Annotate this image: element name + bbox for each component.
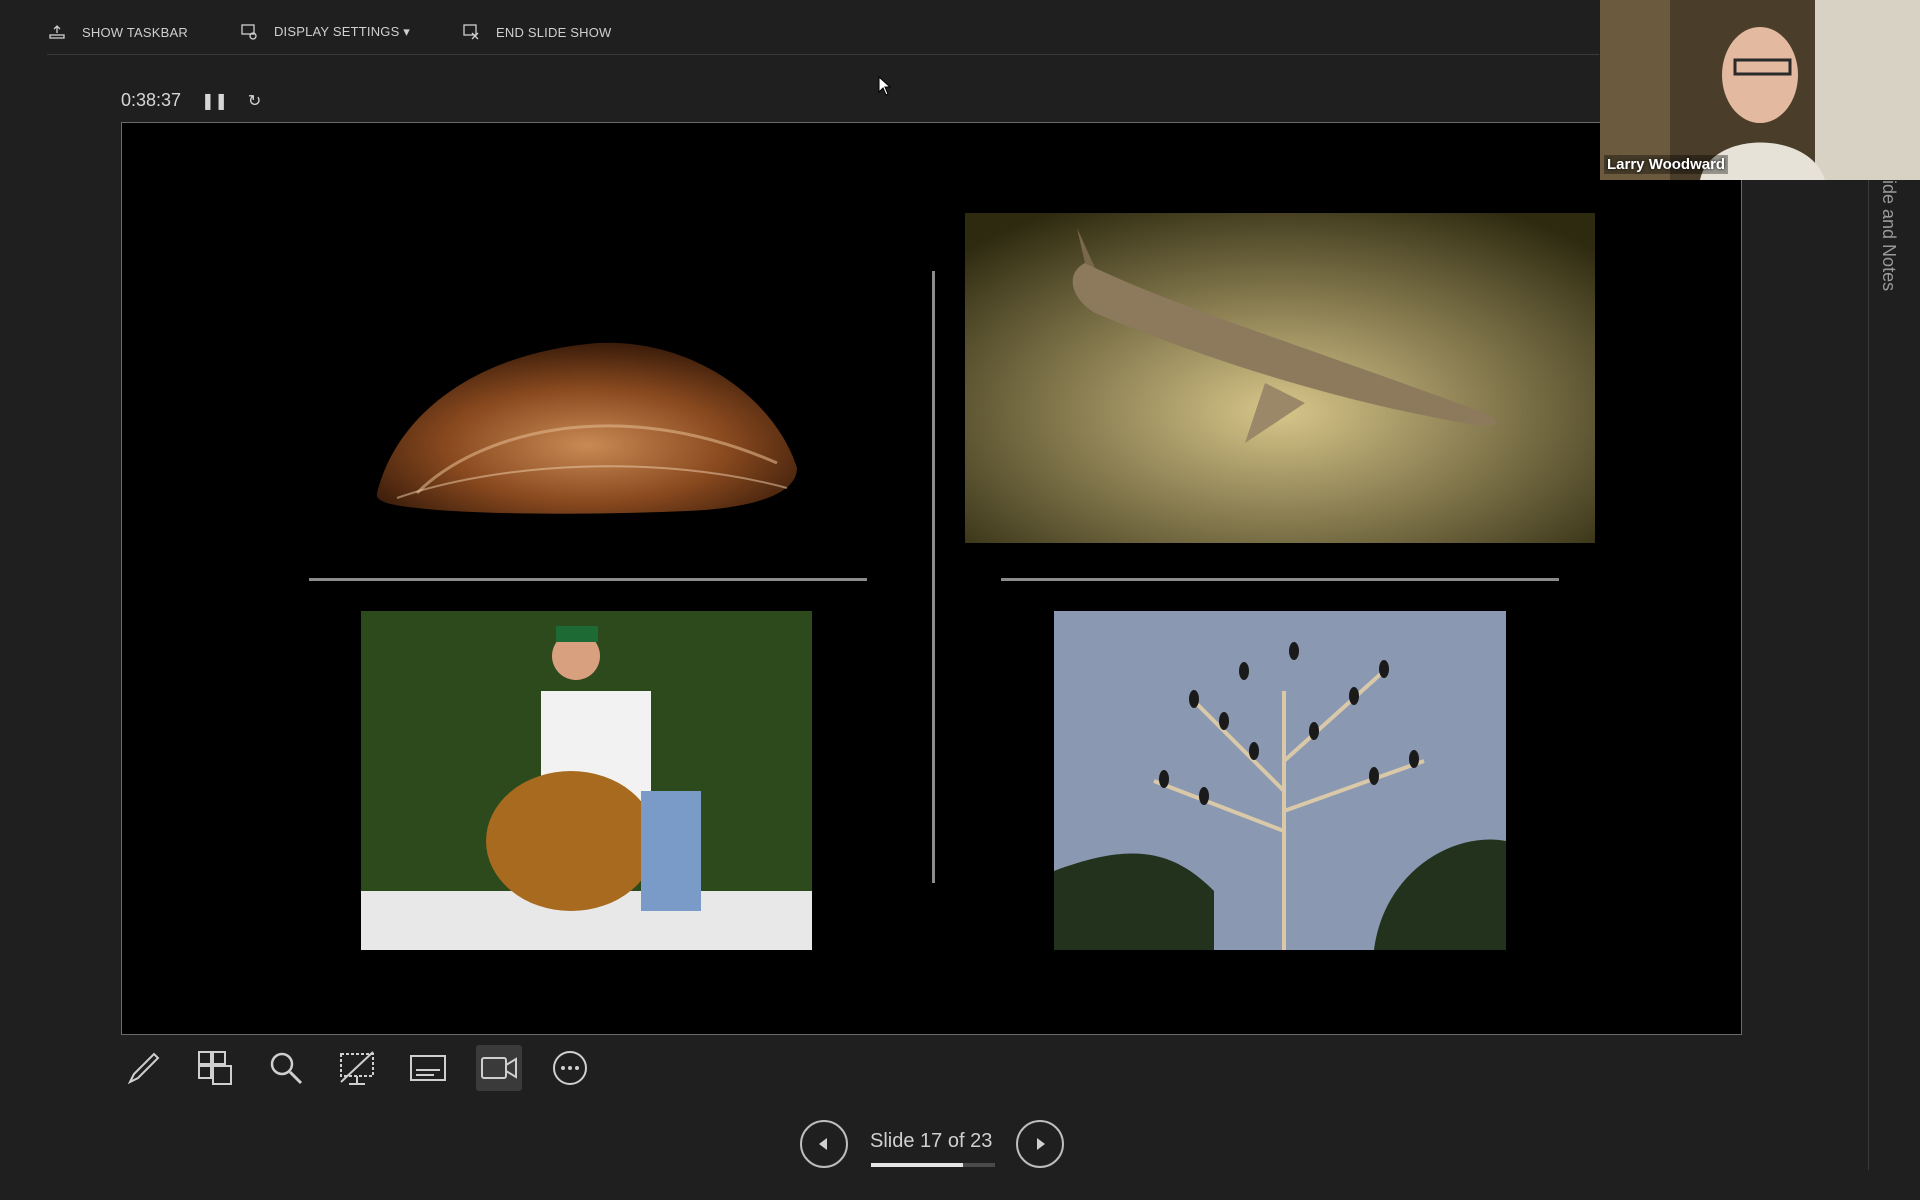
previous-arrow-icon (819, 1138, 827, 1150)
participant-name: Larry Woodward (1604, 155, 1729, 174)
participant-video-feed (1600, 0, 1920, 180)
sturgeon-photo (965, 213, 1595, 543)
subtitles-icon (410, 1055, 446, 1081)
horizontal-divider-right (1001, 578, 1559, 581)
taskbar-icon (49, 25, 65, 39)
slide-navigation: Slide 17 of 23 (800, 1120, 1070, 1170)
more-options-button[interactable] (547, 1045, 593, 1091)
next-arrow-icon (1037, 1138, 1045, 1150)
side-panel-divider (1868, 180, 1869, 1170)
display-settings-label: DISPLAY SETTINGS ▾ (273, 24, 411, 39)
subtitles-button[interactable] (405, 1045, 451, 1091)
pause-icon[interactable]: ❚❚ (201, 91, 228, 111)
pen-tool-button[interactable] (121, 1045, 167, 1091)
more-options-icon (553, 1051, 587, 1085)
birds-photo (1054, 611, 1506, 950)
horizontal-divider-left (309, 578, 867, 581)
presenter-tools (121, 1045, 593, 1091)
slide-progress-bar (871, 1163, 995, 1167)
slide-progress-fill (871, 1163, 963, 1167)
presenter-top-bar: SHOW TASKBAR DISPLAY SETTINGS ▾ END SLID… (48, 20, 664, 44)
previous-slide-button[interactable] (800, 1120, 848, 1168)
end-show-icon (463, 24, 479, 40)
slide-counter[interactable]: Slide 17 of 23 (870, 1130, 992, 1153)
display-settings-button[interactable]: DISPLAY SETTINGS ▾ (240, 23, 410, 41)
camera-toggle-button[interactable] (476, 1045, 522, 1091)
zoom-button[interactable] (263, 1045, 309, 1091)
elapsed-timer: 0:38:37 (121, 90, 182, 110)
black-screen-button[interactable] (334, 1045, 380, 1091)
pen-icon (127, 1052, 160, 1085)
mouse-cursor-icon (878, 76, 892, 96)
top-divider (47, 54, 1599, 55)
slide-content (122, 123, 1741, 1034)
mussel-shell-photo (357, 293, 817, 543)
side-panel-label[interactable]: ide and Notes (1878, 180, 1899, 291)
vertical-divider (932, 271, 935, 883)
display-settings-icon (241, 24, 257, 40)
camera-icon (481, 1057, 517, 1079)
all-slides-icon (198, 1051, 232, 1085)
turtle-photo (361, 611, 812, 950)
zoom-icon (270, 1052, 303, 1085)
black-screen-icon (340, 1051, 374, 1085)
timer-row: 0:38:37 ❚❚ ↻ (121, 90, 261, 111)
end-slide-show-label: END SLIDE SHOW (496, 24, 612, 40)
participant-video: Larry Woodward (1600, 0, 1920, 180)
show-taskbar-label: SHOW TASKBAR (82, 24, 188, 40)
see-all-slides-button[interactable] (192, 1045, 238, 1091)
restart-icon[interactable]: ↻ (248, 91, 261, 111)
slide-preview (121, 122, 1742, 1035)
show-taskbar-button[interactable]: SHOW TASKBAR (48, 23, 188, 41)
next-slide-button[interactable] (1016, 1120, 1064, 1168)
end-slide-show-button[interactable]: END SLIDE SHOW (462, 23, 611, 41)
